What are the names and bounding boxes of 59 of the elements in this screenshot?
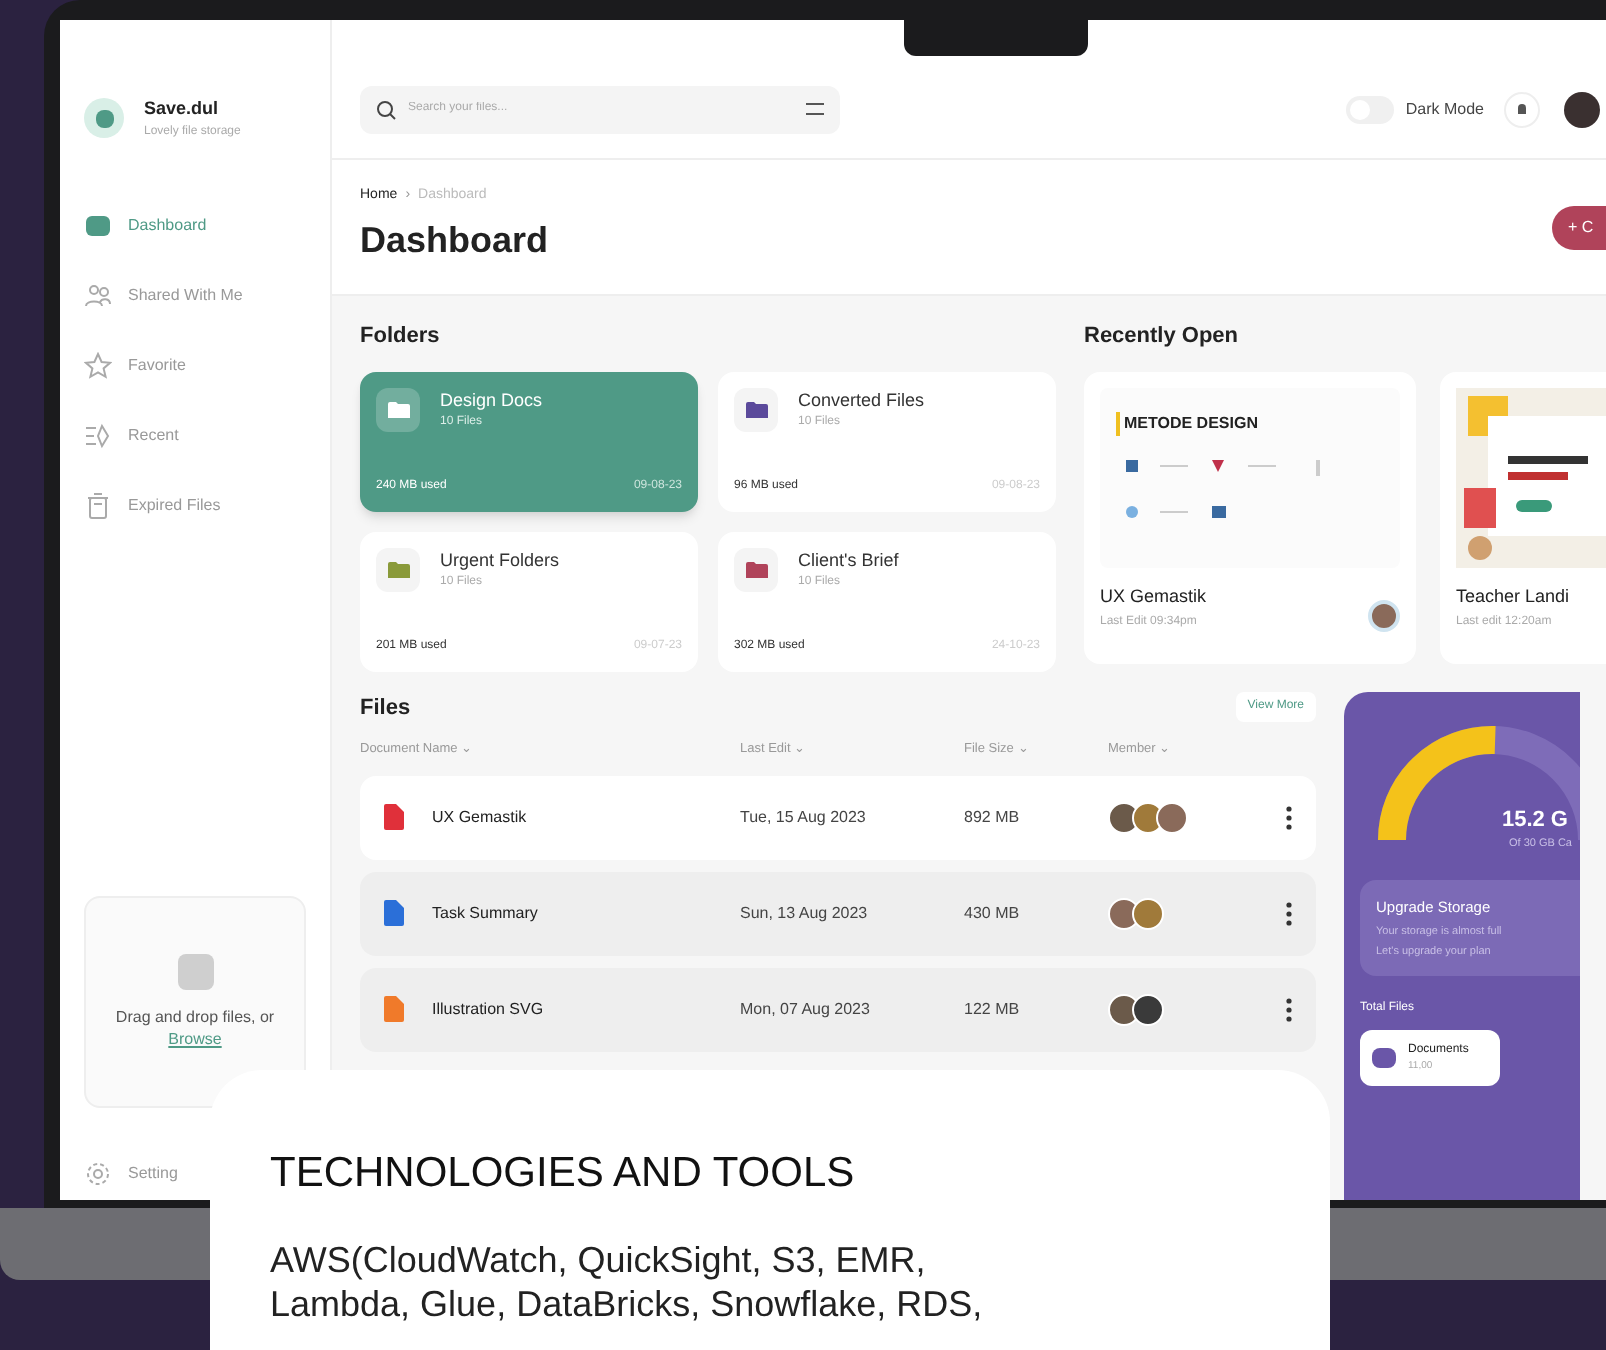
recent-file-name: Teacher Landi: [1456, 583, 1570, 609]
folder-name: Design Docs: [440, 387, 543, 414]
file-size-cell-text: 430 MB: [964, 901, 1022, 926]
folder-name: Converted Files: [798, 387, 925, 413]
people-icon: [84, 281, 112, 309]
file-name: UX Gemastik: [432, 805, 527, 830]
more-options-icon[interactable]: [1286, 901, 1292, 926]
card-title: TECHNOLOGIES AND TOOLS: [270, 1148, 857, 1200]
folder-icon: [734, 547, 778, 591]
storage-used: 15.2 G: [1501, 805, 1568, 835]
page-title: Dashboard: [360, 218, 549, 265]
section-title: Folders: [360, 322, 442, 352]
search-icon: [376, 99, 396, 119]
folder-name: Client's Brief: [798, 547, 899, 573]
last-edit-cell-text: Tue, 15 Aug 2023: [740, 805, 868, 830]
logo-icon: [84, 98, 124, 139]
star-icon: [84, 351, 112, 379]
settings-item[interactable]: Setting: [128, 1162, 178, 1186]
last-edit-cell-text: Mon, 07 Aug 2023: [740, 997, 872, 1022]
upload-text: Drag and drop files, or Browse: [115, 1006, 275, 1050]
folder-icon: [734, 387, 778, 431]
recent-file-name: UX Gemastik: [1100, 583, 1207, 609]
create-button[interactable]: + C: [1552, 205, 1606, 249]
dark-mode-label: Dark Mode: [1405, 97, 1484, 121]
file-row[interactable]: UX Gemastik Tue, 15 Aug 2023 892 MB: [360, 775, 1316, 860]
sidebar-item[interactable]: Shared With Me: [84, 273, 306, 317]
sidebar-item[interactable]: Favorite: [84, 343, 306, 387]
file-icon: [177, 954, 213, 990]
file-size-cell-text: 892 MB: [964, 805, 1022, 830]
dashboard-icon: [84, 211, 112, 239]
browse-link[interactable]: Browse: [168, 1030, 222, 1048]
app-name: Save.dul: [144, 96, 221, 122]
preview-heading: METODE DESIGN: [1116, 411, 1258, 435]
trash-icon: [84, 491, 112, 519]
folder-icon: [376, 547, 420, 591]
folder-name: Urgent Folders: [440, 547, 560, 574]
notification-button[interactable]: [1504, 91, 1540, 127]
sidebar-item[interactable]: Recent: [84, 413, 306, 457]
file-row[interactable]: Illustration SVG Mon, 07 Aug 2023 122 MB: [360, 967, 1316, 1052]
file-row[interactable]: Task Summary Sun, 13 Aug 2023 430 MB: [360, 871, 1316, 956]
folder-icon: [1372, 1048, 1396, 1068]
last-edit-cell-text: Sun, 13 Aug 2023: [740, 901, 870, 926]
folder-icon: [376, 387, 420, 431]
settings-icon: [84, 1160, 112, 1188]
section-title: Files: [360, 693, 411, 723]
more-options-icon[interactable]: [1286, 997, 1292, 1022]
owner-avatar: [1368, 600, 1400, 632]
filter-icon: [806, 100, 824, 118]
more-options-icon[interactable]: [1286, 805, 1292, 830]
section-title: Recently Open: [1084, 322, 1241, 352]
file-name: Task Summary: [432, 901, 538, 926]
user-avatar[interactable]: [1564, 91, 1600, 127]
file-name: Illustration SVG: [432, 997, 544, 1022]
sidebar-item[interactable]: Dashboard: [84, 203, 306, 247]
card-text: AWS(CloudWatch, QuickSight, S3, EMR, Lambda, Glue, DataBricks, Snowflake, RDS,: [270, 1237, 985, 1325]
recent-icon: [84, 421, 112, 449]
sidebar-item[interactable]: Expired Files: [84, 483, 306, 527]
upload-area[interactable]: Drag and drop files, or Browse: [84, 896, 306, 1108]
file-size-cell-text: 122 MB: [964, 997, 1022, 1022]
